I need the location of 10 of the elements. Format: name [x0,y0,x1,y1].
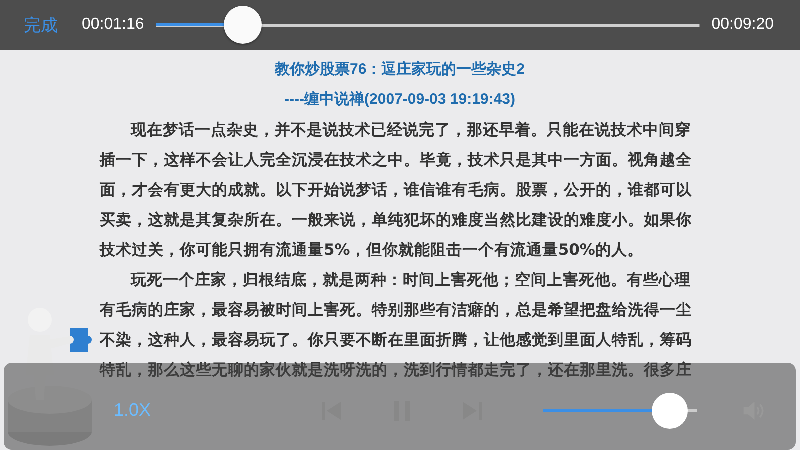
elapsed-time: 00:01:16 [82,16,144,34]
slide-subtitle: ----缠中说禅(2007-09-03 19:19:43) [284,90,516,110]
total-time: 00:09:20 [712,16,774,34]
volume-thumb[interactable] [652,392,688,428]
speed-button[interactable]: 1.0X [114,400,152,421]
progress-thumb[interactable] [224,6,262,44]
slide-title: 教你炒股票76：逗庄家玩的一些杂史2 [274,60,526,80]
done-button[interactable]: 完成 [24,14,58,36]
paragraph: 现在梦话一点杂史，并不是说技术已经说完了，那还早着。只能在说技术中间穿 插一下，这样不会让人完全沉浸在技术之中。毕竟，技术只是其中一方面。视角越全 面，才会有更大的成就。以下开始说梦话，谁信谁有毛病。股票，公开的，谁都可以 买卖，这就是其复杂所在。一般来说，单纯犯坏的难度当然比建设的难度小。如果你 技术过关，你可能只拥有流通量5%，但你就能阻击一个有流通量50%的人。 [100,120,693,261]
paragraph: 玩死一个庄家，归根结底，就是两种：时间上害死他；空间上害死他。有些心理 有毛病的庄家，最容易被时间上害死。特别那些有洁癖的，总是希望把盘给洗得一尘 不染，这种人，最容易玩了。你只要不断在里面折腾，让他感觉到里面人特乱，筹码 特乱，那么这些无聊的家伙就是洗呀洗的，洗到行情都走完了，还在那里洗。很多庄 [100,270,693,381]
